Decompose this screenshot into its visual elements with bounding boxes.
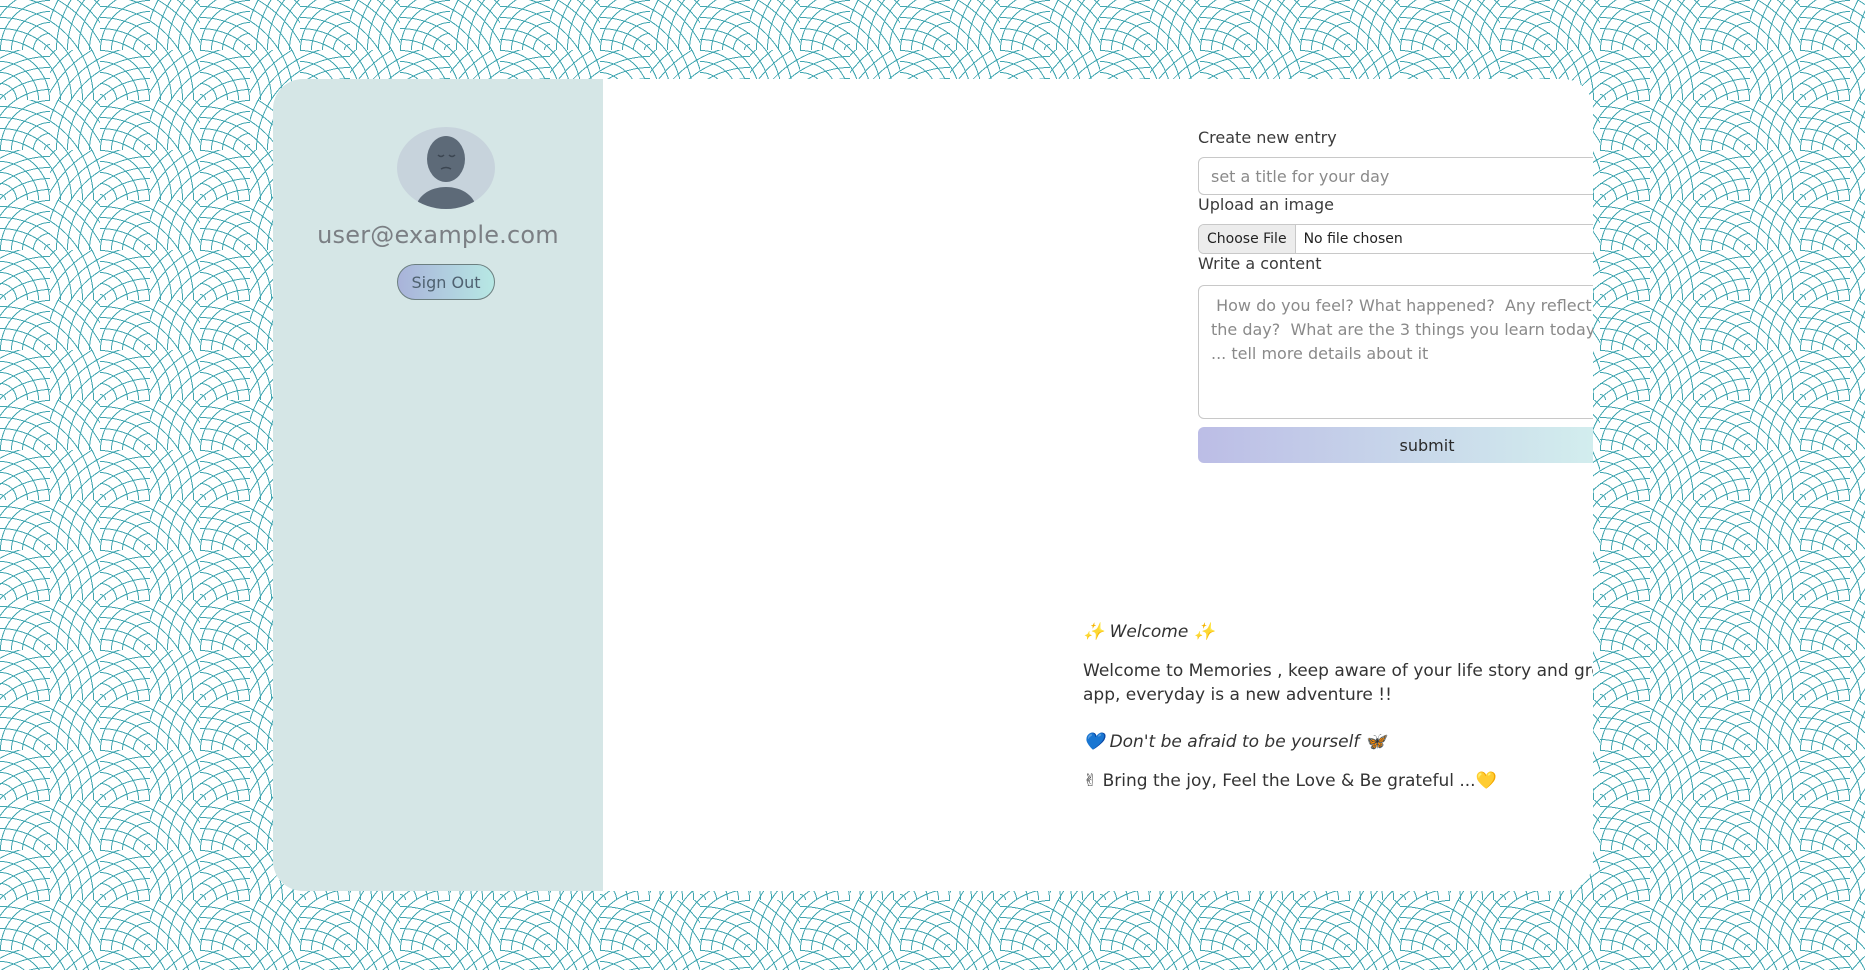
user-avatar-icon: [416, 136, 476, 209]
content-label: Write a content: [1198, 254, 1322, 273]
entries-list: ✨ Welcome ✨ Welcome to Memories , keep a…: [1083, 619, 1593, 815]
main-panel: Create new entry Upload an image Choose …: [603, 79, 1593, 891]
content-textarea[interactable]: [1198, 285, 1593, 419]
list-item: ✨ Welcome ✨ Welcome to Memories , keep a…: [1083, 619, 1593, 707]
create-entry-label: Create new entry: [1198, 128, 1337, 147]
entry-body: Welcome to Memories , keep aware of your…: [1083, 661, 1593, 705]
submit-button[interactable]: submit: [1198, 427, 1593, 463]
sign-out-button[interactable]: Sign Out: [397, 264, 495, 300]
app-card: user@example.com Sign Out Create new ent…: [273, 79, 1593, 891]
avatar: [397, 127, 495, 209]
entry-title-input[interactable]: [1198, 157, 1593, 195]
file-input[interactable]: Choose File No file chosen: [1198, 224, 1593, 254]
entry-title: 💙 Don't be afraid to be yourself 🦋: [1083, 732, 1386, 752]
user-email: user@example.com: [317, 221, 559, 249]
choose-file-button[interactable]: Choose File: [1199, 225, 1296, 253]
entry-body: ✌ Bring the joy, Feel the Love & Be grat…: [1083, 771, 1497, 791]
new-entry-form: Create new entry Upload an image Choose …: [1198, 128, 1593, 463]
upload-image-label: Upload an image: [1198, 195, 1335, 214]
entry-title: ✨ Welcome ✨: [1083, 622, 1215, 642]
file-status: No file chosen: [1303, 231, 1403, 247]
sidebar: user@example.com Sign Out: [273, 79, 603, 891]
list-item: 💙 Don't be afraid to be yourself 🦋 ✌ Bri…: [1083, 729, 1593, 793]
